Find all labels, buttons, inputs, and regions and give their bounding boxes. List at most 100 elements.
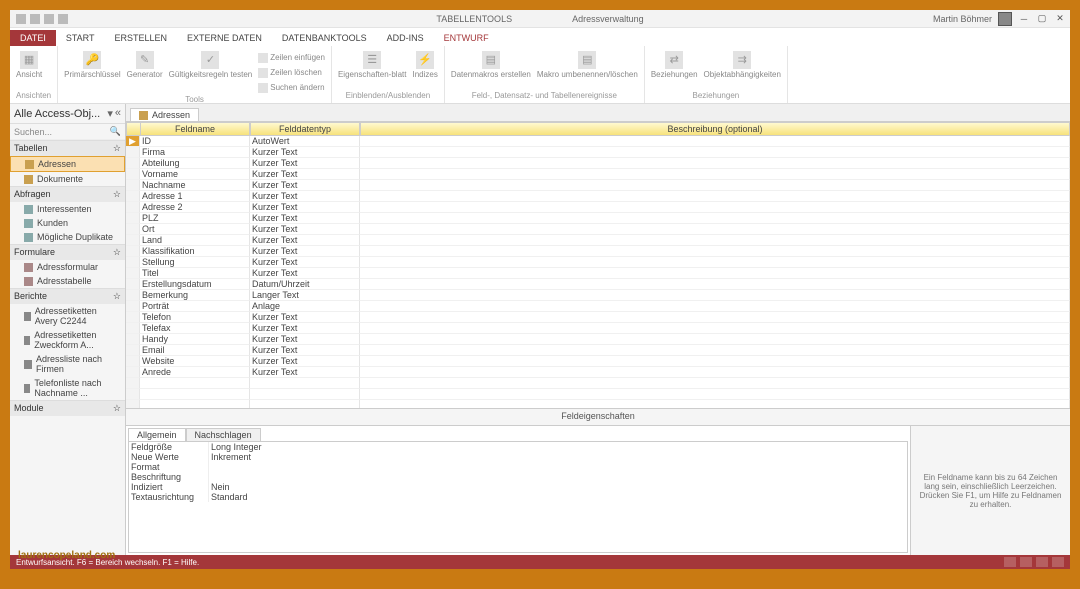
field-row[interactable]: NachnameKurzer Text [126,180,1070,191]
cell-feldname[interactable]: Bemerkung [140,290,250,301]
insert-rows-button[interactable]: Zeilen einfügen [258,51,325,65]
header-beschreibung[interactable]: Beschreibung (optional) [360,122,1070,136]
cell-felddatentyp[interactable]: Datum/Uhrzeit [250,279,360,290]
field-row[interactable]: AbteilungKurzer Text [126,158,1070,169]
row-selector[interactable] [126,290,140,301]
field-row[interactable]: EmailKurzer Text [126,345,1070,356]
prop-textausrichtung-value[interactable]: Standard [209,492,907,502]
field-row[interactable]: StellungKurzer Text [126,257,1070,268]
nav-group-module[interactable]: Module☆ [10,400,125,416]
field-row[interactable]: TelefonKurzer Text [126,312,1070,323]
cell-beschreibung[interactable] [360,202,1070,213]
cell-beschreibung[interactable] [360,224,1070,235]
row-selector[interactable] [126,323,140,334]
cell-beschreibung[interactable] [360,301,1070,312]
cell-beschreibung[interactable] [360,334,1070,345]
cell-felddatentyp[interactable]: Kurzer Text [250,169,360,180]
prop-beschriftung-value[interactable] [209,472,907,482]
tab-datei[interactable]: DATEI [10,30,56,46]
cell-beschreibung[interactable] [360,191,1070,202]
cell-beschreibung[interactable] [360,290,1070,301]
nav-search[interactable]: Suchen...🔍 [10,124,125,140]
field-row[interactable]: Adresse 1Kurzer Text [126,191,1070,202]
field-row[interactable]: KlassifikationKurzer Text [126,246,1070,257]
row-selector[interactable] [126,334,140,345]
cell-beschreibung[interactable] [360,257,1070,268]
cell-beschreibung[interactable] [360,180,1070,191]
ansicht-button[interactable]: ▦Ansicht [16,51,42,79]
cell-feldname[interactable]: ID [140,136,250,147]
prop-indiziert-value[interactable]: Nein [209,482,907,492]
tab-entwurf[interactable]: ENTWURF [434,30,499,46]
cell-felddatentyp[interactable]: Kurzer Text [250,312,360,323]
cell-felddatentyp[interactable]: AutoWert [250,136,360,147]
cell-felddatentyp[interactable]: Kurzer Text [250,257,360,268]
row-selector[interactable] [126,224,140,235]
row-selector[interactable] [126,158,140,169]
cell-beschreibung[interactable] [360,147,1070,158]
prop-format-value[interactable] [209,462,907,472]
cell-feldname[interactable]: Nachname [140,180,250,191]
cell-felddatentyp[interactable]: Langer Text [250,290,360,301]
cell-feldname[interactable]: Telefon [140,312,250,323]
row-selector[interactable] [126,169,140,180]
close-button[interactable]: ✕ [1054,14,1066,24]
cell-felddatentyp[interactable]: Kurzer Text [250,334,360,345]
nav-group-abfragen[interactable]: Abfragen☆ [10,186,125,202]
tab-externe-daten[interactable]: EXTERNE DATEN [177,30,272,46]
field-row[interactable]: FirmaKurzer Text [126,147,1070,158]
row-selector[interactable]: ▶ [126,136,140,147]
field-row-empty[interactable] [126,378,1070,389]
cell-felddatentyp[interactable]: Kurzer Text [250,224,360,235]
nav-header[interactable]: Alle Access-Obj... ▾« [10,104,125,124]
field-row[interactable]: PorträtAnlage [126,301,1070,312]
cell-feldname[interactable]: Vorname [140,169,250,180]
cell-feldname[interactable]: Porträt [140,301,250,312]
cell-feldname[interactable]: Klassifikation [140,246,250,257]
cell-feldname[interactable]: Handy [140,334,250,345]
field-row[interactable]: TitelKurzer Text [126,268,1070,279]
cell-felddatentyp[interactable]: Kurzer Text [250,323,360,334]
header-felddatentyp[interactable]: Felddatentyp [250,122,360,136]
row-selector[interactable] [126,268,140,279]
nav-item-adresstabelle[interactable]: Adresstabelle [10,274,125,288]
cell-feldname[interactable]: Adresse 1 [140,191,250,202]
cell-felddatentyp[interactable]: Kurzer Text [250,202,360,213]
cell-beschreibung[interactable] [360,169,1070,180]
cell-beschreibung[interactable] [360,213,1070,224]
maximize-button[interactable]: ▢ [1036,14,1048,24]
row-selector[interactable] [126,257,140,268]
field-row-empty[interactable] [126,400,1070,408]
row-selector[interactable] [126,301,140,312]
view-design-icon[interactable] [1020,557,1032,567]
cell-beschreibung[interactable] [360,312,1070,323]
redo-icon[interactable] [58,14,68,24]
nav-item-adressen[interactable]: Adressen [10,156,125,172]
field-row[interactable]: AnredeKurzer Text [126,367,1070,378]
nav-group-tabellen[interactable]: Tabellen☆ [10,140,125,156]
field-row[interactable]: WebsiteKurzer Text [126,356,1070,367]
cell-feldname[interactable]: Land [140,235,250,246]
minimize-button[interactable]: ─ [1018,14,1030,24]
modify-lookup-button[interactable]: Suchen ändern [258,81,325,95]
cell-feldname[interactable]: Abteilung [140,158,250,169]
nav-item-interessenten[interactable]: Interessenten [10,202,125,216]
nav-item-zweckform[interactable]: Adressetiketten Zweckform A... [10,328,125,352]
nav-item-firmen[interactable]: Adressliste nach Firmen [10,352,125,376]
delete-rows-button[interactable]: Zeilen löschen [258,66,325,80]
cell-beschreibung[interactable] [360,158,1070,169]
cell-feldname[interactable]: Erstellungsdatum [140,279,250,290]
cell-felddatentyp[interactable]: Kurzer Text [250,235,360,246]
field-row[interactable]: OrtKurzer Text [126,224,1070,235]
row-selector[interactable] [126,279,140,290]
property-sheet-button[interactable]: ☰Eigenschaften-blatt [338,51,407,79]
field-row[interactable]: TelefaxKurzer Text [126,323,1070,334]
cell-feldname[interactable]: Firma [140,147,250,158]
prop-feldgrosse-value[interactable]: Long Integer [209,442,907,452]
tab-datenbanktools[interactable]: DATENBANKTOOLS [272,30,377,46]
row-selector[interactable] [126,312,140,323]
nav-item-dokumente[interactable]: Dokumente [10,172,125,186]
nav-group-berichte[interactable]: Berichte☆ [10,288,125,304]
cell-beschreibung[interactable] [360,367,1070,378]
row-selector[interactable] [126,202,140,213]
